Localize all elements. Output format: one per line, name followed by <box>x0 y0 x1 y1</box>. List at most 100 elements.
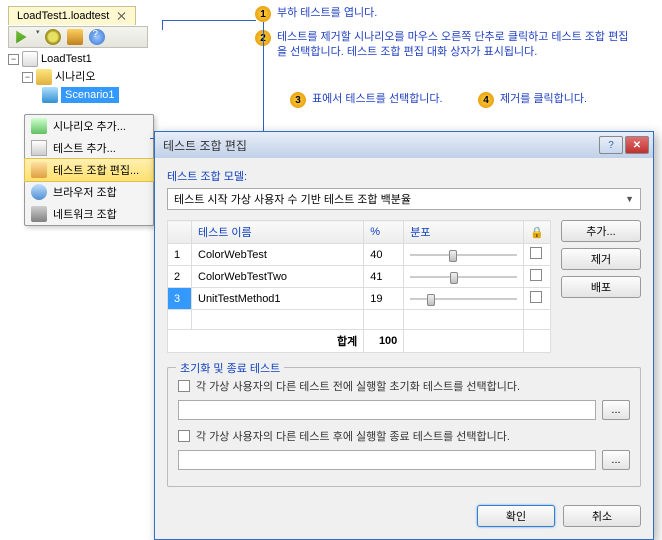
dialog-title: 테스트 조합 편집 <box>163 137 597 154</box>
row-number: 2 <box>168 266 192 288</box>
cancel-button[interactable]: 취소 <box>563 505 641 527</box>
table-row[interactable]: 1ColorWebTest40 <box>168 244 551 266</box>
callout-4: 4 제거를 클릭합니다. <box>478 92 587 108</box>
sum-value: 100 <box>364 330 404 353</box>
callout-text: 제거를 클릭합니다. <box>500 92 587 107</box>
model-label: 테스트 조합 모델: <box>167 168 641 184</box>
dialog-titlebar: 테스트 조합 편집 ? ✕ <box>155 132 653 158</box>
lock-checkbox[interactable] <box>530 269 542 281</box>
document-tab[interactable]: LoadTest1.loadtest <box>8 6 136 25</box>
dropdown-icon[interactable] <box>35 31 39 43</box>
col-header-dist: 분포 <box>404 221 524 244</box>
tree-label: Scenario1 <box>61 87 119 103</box>
lock-cell[interactable] <box>524 266 551 288</box>
menu-edit-test-mix[interactable]: 테스트 조합 편집... <box>24 158 154 182</box>
callout-text: 테스트를 제거할 시나리오를 마우스 오른쪽 단추로 클릭하고 테스트 조합 편… <box>277 30 637 61</box>
dialog-help-button[interactable]: ? <box>599 136 623 154</box>
dialog-close-button[interactable]: ✕ <box>625 136 649 154</box>
context-menu: 시나리오 추가... 테스트 추가... 테스트 조합 편집... 브라우저 조… <box>24 114 154 226</box>
dist-cell[interactable] <box>404 288 524 310</box>
dist-cell[interactable] <box>404 244 524 266</box>
expander-icon[interactable]: − <box>22 72 33 83</box>
init-checkbox[interactable] <box>178 380 190 392</box>
leader-line <box>263 22 264 138</box>
settings-icon[interactable] <box>45 29 61 45</box>
table-row[interactable]: 2ColorWebTestTwo41 <box>168 266 551 288</box>
distribution-slider[interactable] <box>410 272 517 282</box>
tree-label: LoadTest1 <box>41 51 92 67</box>
pct-cell[interactable]: 40 <box>364 244 404 266</box>
menu-browser-mix[interactable]: 브라우저 조합 <box>25 181 153 203</box>
callout-badge: 3 <box>290 92 306 108</box>
lock-cell[interactable] <box>524 288 551 310</box>
pct-cell[interactable]: 41 <box>364 266 404 288</box>
edit-icon[interactable] <box>67 29 83 45</box>
add-scenario-icon <box>31 118 47 134</box>
menu-label: 시나리오 추가... <box>53 118 126 134</box>
row-number: 1 <box>168 244 192 266</box>
folder-icon <box>36 69 52 85</box>
browser-icon <box>31 184 47 200</box>
init-test-field[interactable] <box>178 400 596 420</box>
distribution-slider[interactable] <box>410 250 517 260</box>
init-browse-button[interactable]: ... <box>602 400 630 420</box>
tree-scenarios[interactable]: − 시나리오 <box>22 68 168 86</box>
ok-button[interactable]: 확인 <box>477 505 555 527</box>
col-header-pct: % <box>364 221 404 244</box>
remove-button[interactable]: 제거 <box>561 248 641 270</box>
close-icon[interactable] <box>117 11 127 21</box>
callout-2: 2 테스트를 제거할 시나리오를 마우스 오른쪽 단추로 클릭하고 테스트 조합… <box>255 30 637 61</box>
term-label: 각 가상 사용자의 다른 테스트 후에 실행할 종료 테스트를 선택합니다. <box>196 428 630 444</box>
callout-text: 부하 테스트를 엽니다. <box>277 6 377 21</box>
row-number: 3 <box>168 288 192 310</box>
init-term-group: 초기화 및 종료 테스트 각 가상 사용자의 다른 테스트 전에 실행할 초기화… <box>167 367 641 487</box>
menu-label: 테스트 조합 편집... <box>53 162 139 178</box>
test-name-cell: UnitTestMethod1 <box>192 288 364 310</box>
test-name-cell: ColorWebTest <box>192 244 364 266</box>
term-checkbox[interactable] <box>178 430 190 442</box>
select-value: 테스트 시작 가상 사용자 수 기반 테스트 조합 백분율 <box>174 191 411 207</box>
dist-cell[interactable] <box>404 266 524 288</box>
document-tab-bar: LoadTest1.loadtest <box>8 6 136 25</box>
lock-cell[interactable] <box>524 244 551 266</box>
tab-title: LoadTest1.loadtest <box>17 10 109 22</box>
menu-add-test[interactable]: 테스트 추가... <box>25 137 153 159</box>
col-header-name: 테스트 이름 <box>192 221 364 244</box>
menu-add-scenario[interactable]: 시나리오 추가... <box>25 115 153 137</box>
callout-text: 표에서 테스트를 선택합니다. <box>312 92 443 107</box>
leader-line <box>162 20 163 30</box>
model-select[interactable]: 테스트 시작 가상 사용자 수 기반 테스트 조합 백분율 ▼ <box>167 188 641 210</box>
distribute-button[interactable]: 배포 <box>561 276 641 298</box>
col-header-num <box>168 221 192 244</box>
group-title: 초기화 및 종료 테스트 <box>176 360 284 376</box>
help-icon[interactable] <box>89 29 105 45</box>
tree-scenario1[interactable]: Scenario1 <box>42 86 168 104</box>
test-name-cell: ColorWebTestTwo <box>192 266 364 288</box>
test-mix-table: 테스트 이름 % 분포 🔒 1ColorWebTest402ColorWebTe… <box>167 220 551 353</box>
loadtest-icon <box>22 51 38 67</box>
term-browse-button[interactable]: ... <box>602 450 630 470</box>
side-buttons: 추가... 제거 배포 <box>561 220 641 353</box>
distribution-slider[interactable] <box>410 294 517 304</box>
chevron-down-icon: ▼ <box>625 194 634 204</box>
menu-label: 테스트 추가... <box>53 140 116 156</box>
menu-network-mix[interactable]: 네트워크 조합 <box>25 203 153 225</box>
callout-1: 1 부하 테스트를 엽니다. <box>255 6 377 22</box>
expander-icon[interactable]: − <box>8 54 19 65</box>
add-button[interactable]: 추가... <box>561 220 641 242</box>
add-test-icon <box>31 140 47 156</box>
callout-3: 3 표에서 테스트를 선택합니다. <box>290 92 443 108</box>
table-row[interactable]: 3UnitTestMethod119 <box>168 288 551 310</box>
run-icon[interactable] <box>13 29 29 45</box>
menu-label: 네트워크 조합 <box>53 206 117 222</box>
edit-test-mix-dialog: 테스트 조합 편집 ? ✕ 테스트 조합 모델: 테스트 시작 가상 사용자 수… <box>154 131 654 540</box>
tree-label: 시나리오 <box>55 69 95 85</box>
load-test-tree: − LoadTest1 − 시나리오 Scenario1 <box>8 50 168 104</box>
tree-root[interactable]: − LoadTest1 <box>8 50 168 68</box>
pct-cell[interactable]: 19 <box>364 288 404 310</box>
lock-checkbox[interactable] <box>530 247 542 259</box>
lock-checkbox[interactable] <box>530 291 542 303</box>
toolbar <box>8 26 148 48</box>
init-label: 각 가상 사용자의 다른 테스트 전에 실행할 초기화 테스트를 선택합니다. <box>196 378 630 394</box>
term-test-field[interactable] <box>178 450 596 470</box>
